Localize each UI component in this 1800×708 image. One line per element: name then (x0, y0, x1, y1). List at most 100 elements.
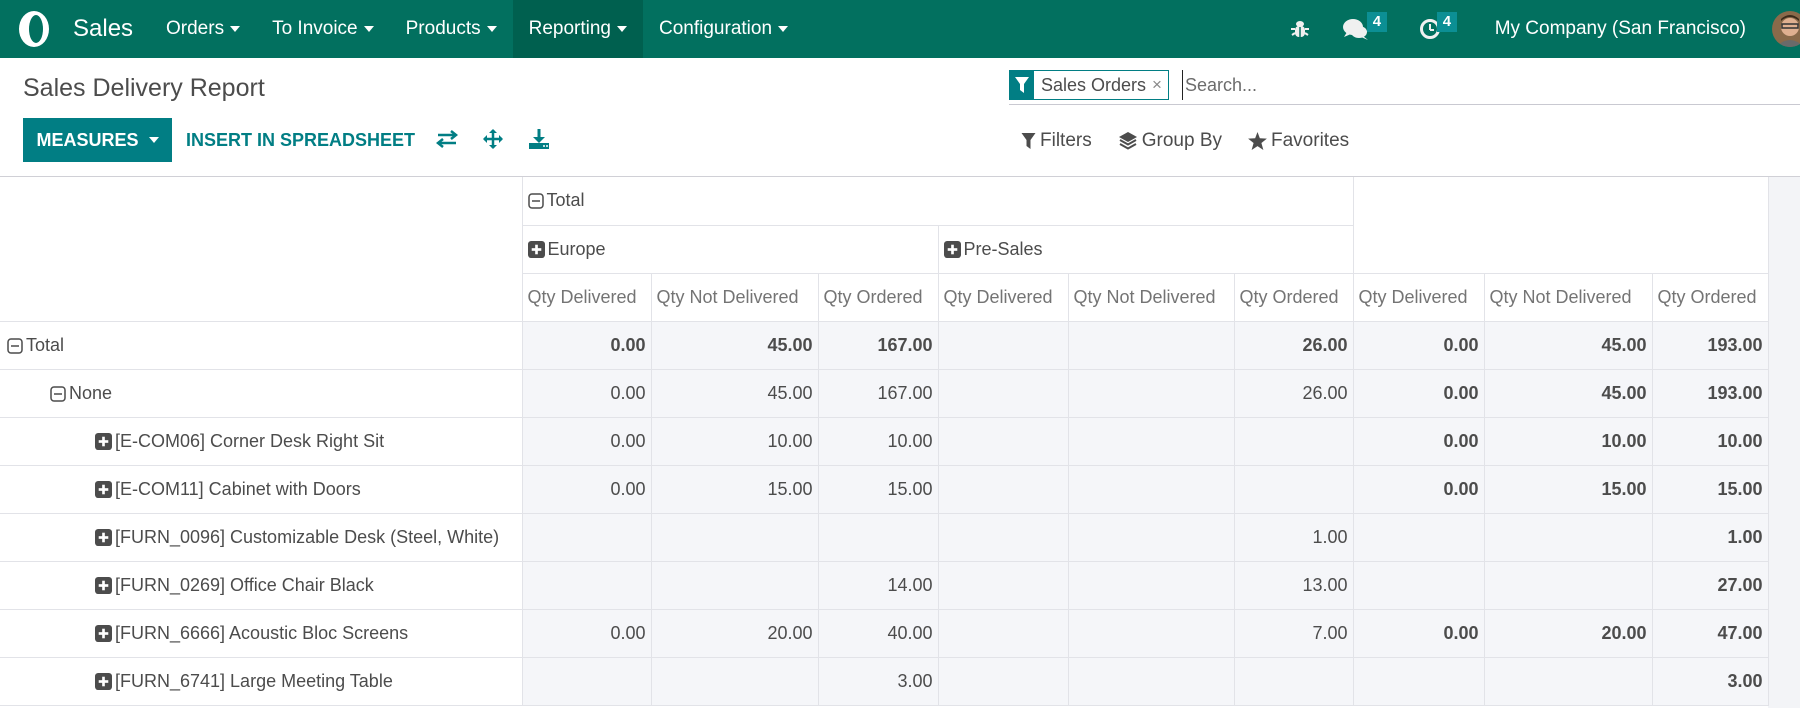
expand-all-icon[interactable] (480, 126, 506, 152)
row-header[interactable]: [FURN_0269] Office Chair Black (0, 560, 523, 610)
pivot-cell[interactable] (937, 656, 1069, 706)
pivot-cell[interactable] (937, 416, 1069, 466)
pivot-cell[interactable]: 20.00 (650, 608, 819, 658)
pivot-cell[interactable] (1352, 560, 1485, 610)
pivot-cell[interactable] (650, 560, 819, 610)
pivot-cell[interactable]: 0.00 (1352, 416, 1485, 466)
pivot-cell[interactable] (1483, 560, 1653, 610)
pivot-cell[interactable]: 1.00 (1651, 512, 1769, 562)
pivot-cell[interactable] (1233, 416, 1354, 466)
measure-header[interactable]: Qty Not Delivered (1483, 272, 1653, 322)
pivot-cell[interactable]: 0.00 (521, 464, 652, 514)
pivot-cell[interactable]: 47.00 (1651, 608, 1769, 658)
pivot-cell[interactable]: 193.00 (1651, 368, 1769, 418)
pivot-cell[interactable]: 10.00 (1651, 416, 1769, 466)
group-by-dropdown[interactable]: Group By (1118, 130, 1222, 152)
insert-in-spreadsheet-button[interactable]: INSERT IN SPREADSHEET (186, 118, 415, 162)
menu-products[interactable]: Products (390, 0, 513, 58)
pivot-cell[interactable]: 10.00 (1483, 416, 1653, 466)
pivot-cell[interactable]: 20.00 (1483, 608, 1653, 658)
pivot-cell[interactable]: 167.00 (817, 368, 939, 418)
user-avatar[interactable] (1772, 11, 1800, 47)
pivot-cell[interactable]: 45.00 (1483, 320, 1653, 370)
pivot-cell[interactable] (1352, 656, 1485, 706)
messages-button[interactable]: 4 (1331, 0, 1407, 58)
pivot-cell[interactable]: 0.00 (521, 416, 652, 466)
pivot-cell[interactable]: 40.00 (817, 608, 939, 658)
pivot-cell[interactable] (521, 512, 652, 562)
menu-configuration[interactable]: Configuration (643, 0, 804, 58)
pivot-cell[interactable] (1067, 608, 1235, 658)
measure-header[interactable]: Qty Ordered (1233, 272, 1354, 322)
pivot-cell[interactable]: 27.00 (1651, 560, 1769, 610)
pivot-cell[interactable]: 15.00 (1483, 464, 1653, 514)
pivot-cell[interactable] (1483, 512, 1653, 562)
measure-header[interactable]: Qty Delivered (521, 272, 652, 322)
col-header-europe[interactable]: Europe (521, 224, 939, 274)
pivot-cell[interactable]: 193.00 (1651, 320, 1769, 370)
pivot-cell[interactable] (1233, 656, 1354, 706)
pivot-cell[interactable]: 15.00 (1651, 464, 1769, 514)
pivot-cell[interactable]: 0.00 (1352, 608, 1485, 658)
pivot-cell[interactable] (937, 464, 1069, 514)
measure-header[interactable]: Qty Not Delivered (1067, 272, 1235, 322)
debug-button[interactable] (1279, 0, 1331, 58)
flip-axis-icon[interactable] (434, 126, 460, 152)
facet-remove-icon[interactable]: × (1152, 71, 1168, 99)
pivot-cell[interactable] (1233, 464, 1354, 514)
pivot-cell[interactable] (1067, 416, 1235, 466)
row-header[interactable]: Total (0, 321, 523, 370)
measure-header[interactable]: Qty Ordered (1651, 272, 1769, 322)
pivot-cell[interactable]: 10.00 (650, 416, 819, 466)
pivot-cell[interactable] (1067, 368, 1235, 418)
measure-header[interactable]: Qty Delivered (1352, 272, 1485, 322)
col-header-total[interactable]: Total (521, 177, 1354, 226)
pivot-cell[interactable]: 1.00 (1233, 512, 1354, 562)
pivot-cell[interactable]: 0.00 (1352, 320, 1485, 370)
pivot-cell[interactable]: 15.00 (817, 464, 939, 514)
row-header[interactable]: [E-COM06] Corner Desk Right Sit (0, 416, 523, 466)
download-icon[interactable] (526, 126, 552, 152)
filters-dropdown[interactable]: Filters (1021, 130, 1092, 152)
pivot-cell[interactable] (937, 368, 1069, 418)
menu-orders[interactable]: Orders (150, 0, 256, 58)
row-header[interactable]: None (0, 368, 523, 418)
pivot-cell[interactable] (1067, 560, 1235, 610)
pivot-cell[interactable]: 10.00 (817, 416, 939, 466)
row-header[interactable]: [E-COM11] Cabinet with Doors (0, 464, 523, 514)
pivot-cell[interactable] (650, 656, 819, 706)
pivot-cell[interactable] (650, 512, 819, 562)
pivot-cell[interactable]: 26.00 (1233, 320, 1354, 370)
menu-to-invoice[interactable]: To Invoice (256, 0, 390, 58)
pivot-cell[interactable] (1483, 656, 1653, 706)
pivot-cell[interactable]: 45.00 (650, 320, 819, 370)
app-name[interactable]: Sales (73, 0, 133, 58)
activities-button[interactable]: 4 (1407, 0, 1481, 58)
pivot-cell[interactable] (1067, 512, 1235, 562)
measure-header[interactable]: Qty Not Delivered (650, 272, 819, 322)
pivot-cell[interactable] (937, 560, 1069, 610)
pivot-cell[interactable]: 3.00 (817, 656, 939, 706)
pivot-cell[interactable]: 3.00 (1651, 656, 1769, 706)
pivot-cell[interactable]: 7.00 (1233, 608, 1354, 658)
row-header[interactable]: [FURN_6666] Acoustic Bloc Screens (0, 608, 523, 658)
pivot-cell[interactable]: 0.00 (1352, 464, 1485, 514)
pivot-cell[interactable]: 45.00 (1483, 368, 1653, 418)
pivot-cell[interactable]: 0.00 (521, 608, 652, 658)
company-switcher[interactable]: My Company (San Francisco) (1481, 18, 1772, 40)
pivot-cell[interactable]: 14.00 (817, 560, 939, 610)
pivot-cell[interactable] (521, 560, 652, 610)
pivot-cell[interactable] (1067, 656, 1235, 706)
row-header[interactable]: [FURN_0096] Customizable Desk (Steel, Wh… (0, 512, 523, 562)
measure-header[interactable]: Qty Ordered (817, 272, 939, 322)
pivot-cell[interactable]: 0.00 (521, 320, 652, 370)
pivot-cell[interactable] (1067, 464, 1235, 514)
favorites-dropdown[interactable]: Favorites (1248, 130, 1349, 152)
pivot-cell[interactable]: 45.00 (650, 368, 819, 418)
pivot-cell[interactable]: 167.00 (817, 320, 939, 370)
pivot-cell[interactable] (937, 608, 1069, 658)
search-input[interactable] (1182, 70, 1782, 100)
pivot-cell[interactable] (1067, 320, 1235, 370)
menu-reporting[interactable]: Reporting (512, 0, 643, 58)
col-header-pre-sales[interactable]: Pre-Sales (937, 224, 1354, 274)
